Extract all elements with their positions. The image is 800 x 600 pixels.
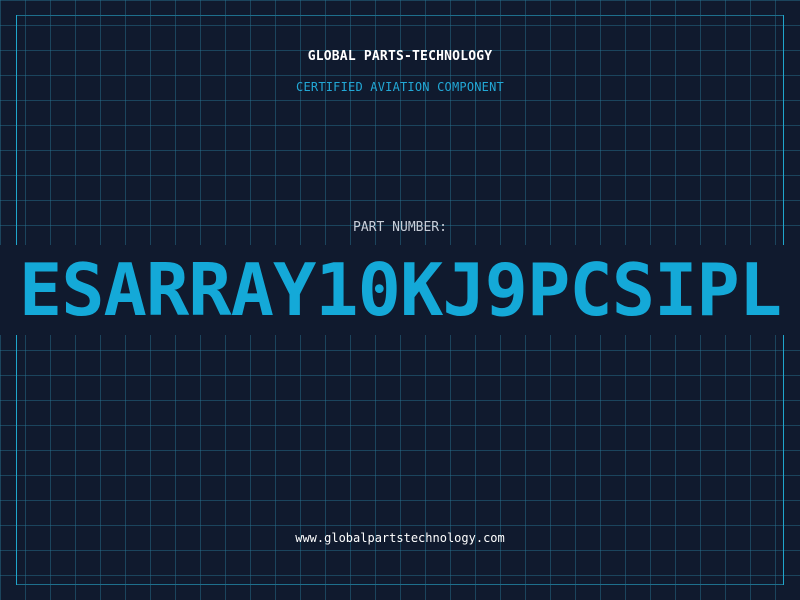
part-number-band: ESARRAY10KJ9PCSIPL	[0, 245, 800, 335]
frame-bottom-line	[16, 584, 784, 585]
company-name: GLOBAL PARTS-TECHNOLOGY	[307, 49, 493, 64]
website-url: www.globalpartstechnology.com	[295, 531, 505, 545]
label-card: GLOBAL PARTS-TECHNOLOGY CERTIFIED AVIATI…	[0, 0, 800, 600]
frame-top-line	[16, 15, 784, 16]
certification-subtitle: CERTIFIED AVIATION COMPONENT	[296, 80, 504, 94]
part-number-value: ESARRAY10KJ9PCSIPL	[18, 248, 782, 332]
part-number-label: PART NUMBER:	[353, 220, 447, 235]
